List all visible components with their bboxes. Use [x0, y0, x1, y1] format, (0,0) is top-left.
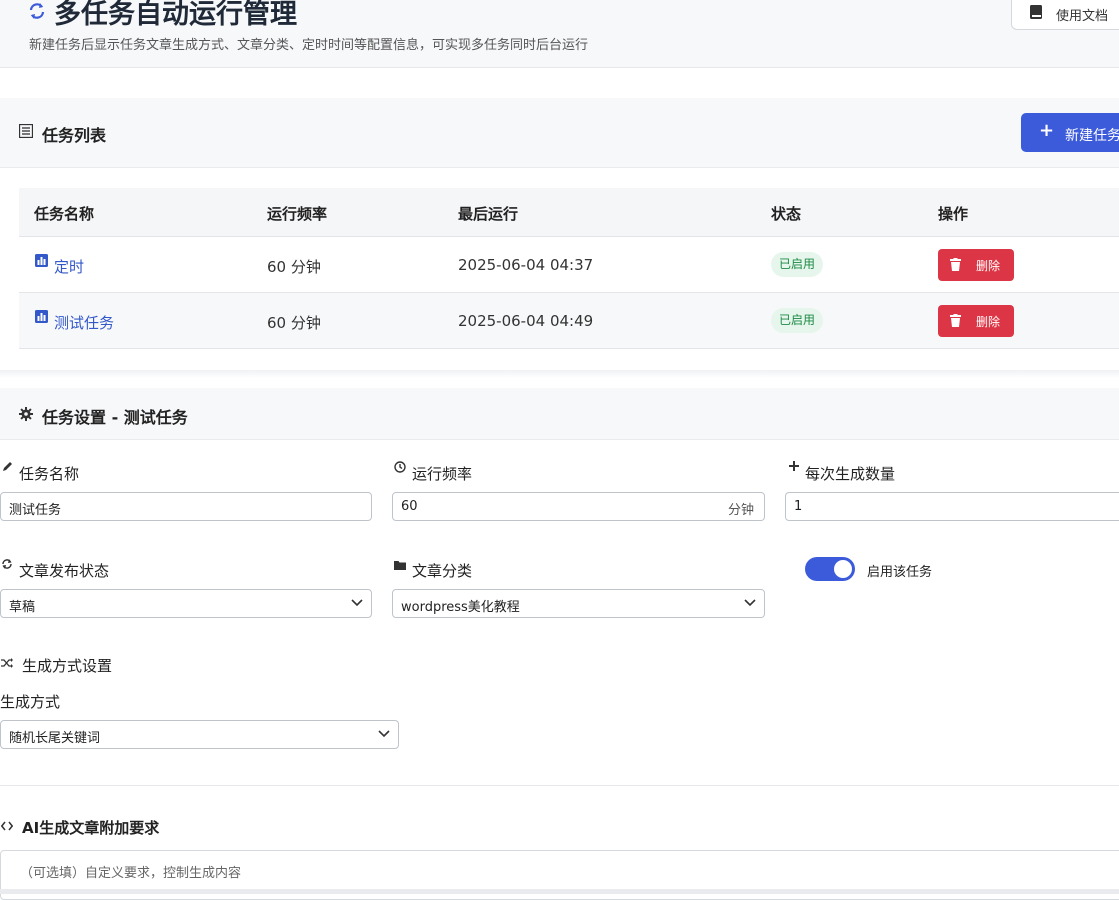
column-header: 状态: [771, 205, 802, 223]
task-name-label: 任务名称: [19, 465, 80, 483]
generation-value: 随机长尾关键词: [9, 731, 101, 746]
generation-label: 生成方式: [0, 693, 61, 711]
table-header: 任务名称 运行频率 最后运行 状态 操作: [19, 188, 1119, 237]
delete-label: 删除: [976, 315, 1001, 329]
new-task-button[interactable]: + 新建任务: [1021, 113, 1119, 152]
card-separator: [0, 370, 1119, 378]
plus-icon: [789, 461, 799, 471]
task-last-run: 2025-06-04 04:37: [458, 256, 594, 274]
delete-label: 删除: [976, 259, 1001, 273]
enable-task-label: 启用该任务: [867, 565, 933, 580]
chart-icon: [35, 254, 48, 267]
task-name-link[interactable]: 测试任务: [54, 312, 114, 333]
code-icon: [1, 821, 13, 831]
enable-task-toggle[interactable]: [805, 557, 855, 581]
settings-title: 任务设置 - 测试任务: [42, 408, 188, 427]
count-label: 每次生成数量: [805, 465, 896, 483]
folder-icon: [394, 561, 406, 570]
task-name-input[interactable]: 测试任务: [0, 492, 372, 521]
chevron-down-icon: [744, 599, 756, 607]
ai-extra-placeholder: （可选填）自定义要求，控制生成内容: [20, 866, 242, 881]
publish-status-select[interactable]: 草稿: [0, 589, 372, 618]
frequency-value: 60: [401, 499, 418, 514]
chart-icon: [35, 310, 48, 323]
task-frequency: 60 分钟: [267, 258, 321, 276]
category-label: 文章分类: [412, 562, 473, 580]
page-subtitle: 新建任务后显示任务文章生成方式、文章分类、定时时间等配置信息，可实现多任务同时后…: [29, 38, 589, 53]
task-last-run: 2025-06-04 04:49: [458, 312, 594, 330]
sync-icon: [2, 559, 12, 569]
category-value: wordpress美化教程: [401, 600, 520, 615]
new-task-label: 新建任务: [1065, 128, 1119, 144]
frequency-label: 运行频率: [412, 465, 473, 483]
table-row: 定时 60 分钟 2025-06-04 04:37 已启用 删除: [19, 237, 1119, 293]
task-name-value: 测试任务: [9, 503, 62, 518]
docs-button[interactable]: 使用文档: [1011, 0, 1119, 30]
docs-button-label: 使用文档: [1056, 9, 1109, 24]
column-header: 操作: [938, 205, 969, 223]
frequency-input[interactable]: 60 分钟: [392, 492, 765, 521]
gear-icon: [19, 407, 33, 421]
chevron-down-icon: [351, 599, 363, 607]
settings-header: 任务设置 - 测试任务: [0, 388, 1119, 440]
delete-button[interactable]: 删除: [938, 305, 1014, 337]
divider: [0, 785, 1119, 786]
column-header: 运行频率: [267, 205, 328, 223]
status-badge: 已启用: [771, 308, 824, 333]
task-name-link[interactable]: 定时: [54, 256, 84, 277]
publish-status-label: 文章发布状态: [19, 562, 110, 580]
count-value: 1: [794, 499, 803, 514]
page-header: 多任务自动运行管理 新建任务后显示任务文章生成方式、文章分类、定时时间等配置信息…: [0, 0, 1119, 68]
count-input[interactable]: 1: [785, 492, 1119, 521]
generation-select[interactable]: 随机长尾关键词: [0, 720, 399, 749]
task-frequency: 60 分钟: [267, 314, 321, 332]
pencil-icon: [3, 462, 12, 471]
ai-extra-title: AI生成文章附加要求: [22, 819, 160, 837]
toggle-knob: [834, 560, 852, 578]
publish-status-value: 草稿: [9, 600, 36, 615]
category-select[interactable]: wordpress美化教程: [392, 589, 765, 618]
trash-icon: [950, 258, 961, 271]
column-header: 最后运行: [458, 205, 519, 223]
chevron-down-icon: [378, 730, 390, 738]
plus-icon: +: [1039, 120, 1055, 141]
column-header: 任务名称: [34, 205, 95, 223]
trash-icon: [950, 314, 961, 327]
generation-section-title: 生成方式设置: [22, 657, 113, 675]
frequency-unit: 分钟: [727, 503, 754, 518]
list-icon: [19, 124, 33, 138]
table-row: 测试任务 60 分钟 2025-06-04 04:49 已启用 删除: [19, 293, 1119, 349]
bottom-edge: [0, 889, 1119, 894]
task-list-title: 任务列表: [42, 126, 107, 145]
delete-button[interactable]: 删除: [938, 249, 1014, 281]
status-badge: 已启用: [771, 252, 824, 277]
book-icon: [1030, 5, 1042, 19]
sync-icon: [29, 3, 45, 19]
task-list-header: 任务列表: [0, 98, 1119, 168]
shuffle-icon: [1, 658, 13, 668]
clock-icon: [394, 461, 406, 473]
page-title: 多任务自动运行管理: [54, 0, 297, 30]
